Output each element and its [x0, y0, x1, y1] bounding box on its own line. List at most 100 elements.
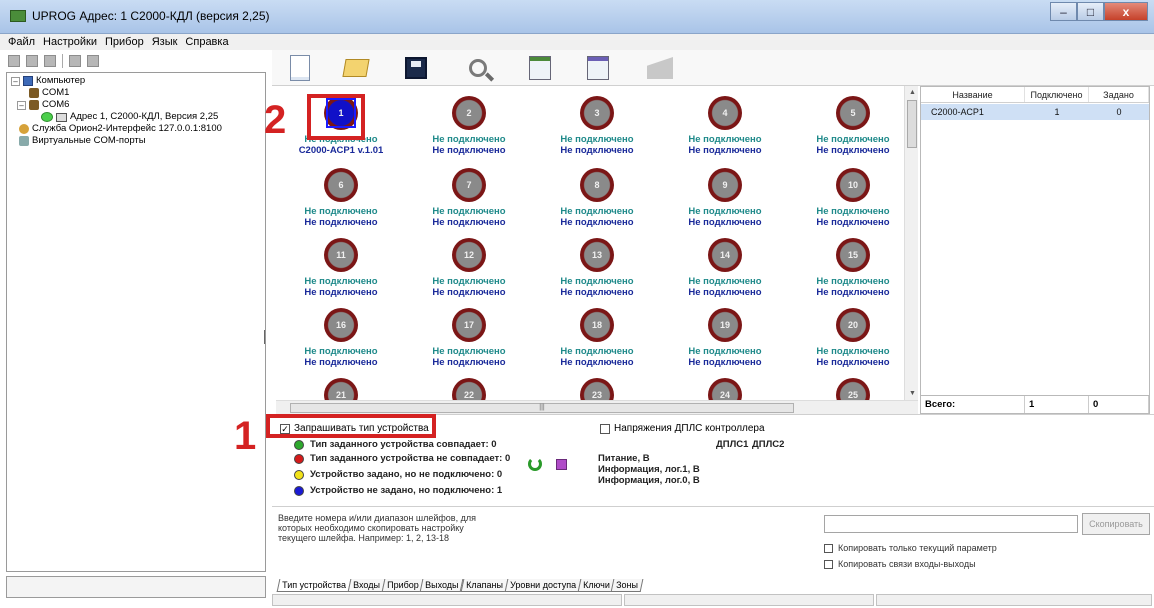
- menu-language[interactable]: Язык: [152, 36, 178, 48]
- device-address-icon[interactable]: 12: [452, 238, 486, 272]
- device-address-icon[interactable]: 22: [452, 378, 486, 400]
- table-row[interactable]: С2000-АСР1 1 0: [921, 104, 1149, 120]
- tab-device-type[interactable]: Тип устройства: [276, 579, 352, 592]
- checkbox-box[interactable]: [824, 559, 833, 569]
- device-address-icon[interactable]: 11: [324, 238, 358, 272]
- device-address-icon[interactable]: 3: [580, 96, 614, 130]
- device-cell[interactable]: 9 Не подключено Не подключено: [670, 164, 780, 228]
- device-cell[interactable]: 16 Не подключено Не подключено: [286, 304, 396, 368]
- close-button[interactable]: x: [1104, 2, 1148, 21]
- save-button[interactable]: [402, 54, 430, 82]
- device-address-icon[interactable]: 6: [324, 168, 358, 202]
- minimize-button[interactable]: –: [1050, 2, 1077, 21]
- device-cell[interactable]: 22: [414, 374, 524, 400]
- device-address-icon[interactable]: 16: [324, 308, 358, 342]
- device-cell[interactable]: 20 Не подключено Не подключено: [798, 304, 904, 368]
- device-cell[interactable]: 25: [798, 374, 904, 400]
- write-config-button[interactable]: [584, 54, 612, 82]
- device-address-icon[interactable]: 9: [708, 168, 742, 202]
- tab-access-levels[interactable]: Уровни доступа: [504, 579, 581, 592]
- menu-help[interactable]: Справка: [185, 36, 228, 48]
- tab-keys[interactable]: Ключи: [577, 579, 615, 592]
- tree-item-service[interactable]: Служба Орион2-Интерфейс 127.0.0.1:8100: [11, 123, 261, 135]
- device-address-icon[interactable]: 15: [836, 238, 870, 272]
- column-assigned[interactable]: Задано: [1089, 87, 1149, 102]
- checkbox-box[interactable]: [600, 423, 610, 434]
- tab-device[interactable]: Прибор: [381, 579, 424, 592]
- scroll-thumb[interactable]: |||: [290, 403, 794, 413]
- device-address-icon[interactable]: 17: [452, 308, 486, 342]
- copy-button[interactable]: Скопировать: [1082, 513, 1150, 535]
- menu-settings[interactable]: Настройки: [43, 36, 97, 48]
- column-name[interactable]: Название: [921, 87, 1025, 102]
- new-button[interactable]: [286, 54, 314, 82]
- collapse-icon[interactable]: –: [11, 76, 20, 86]
- device-address-icon[interactable]: 7: [452, 168, 486, 202]
- horizontal-scrollbar[interactable]: |||: [276, 400, 918, 414]
- menu-device[interactable]: Прибор: [105, 36, 144, 48]
- device-cell[interactable]: 7 Не подключено Не подключено: [414, 164, 524, 228]
- voltage-checkbox[interactable]: Напряжения ДПЛС контроллера: [600, 423, 765, 434]
- device-address-icon[interactable]: 25: [836, 378, 870, 400]
- column-connected[interactable]: Подключено: [1025, 87, 1089, 102]
- scroll-up-icon[interactable]: ▲: [909, 89, 916, 96]
- device-address-icon[interactable]: 5: [836, 96, 870, 130]
- device-address-icon[interactable]: 10: [836, 168, 870, 202]
- device-cell[interactable]: 18 Не подключено Не подключено: [542, 304, 652, 368]
- device-cell[interactable]: 13 Не подключено Не подключено: [542, 234, 652, 298]
- gear-icon[interactable]: [87, 55, 99, 67]
- device-address-icon[interactable]: 18: [580, 308, 614, 342]
- collapse-icon[interactable]: –: [17, 100, 26, 110]
- tab-valves[interactable]: Клапаны: [460, 579, 509, 592]
- tab-inputs[interactable]: Входы: [347, 579, 386, 592]
- device-cell[interactable]: 17 Не подключено Не подключено: [414, 304, 524, 368]
- scroll-thumb[interactable]: [907, 100, 917, 148]
- device-address-icon[interactable]: 21: [324, 378, 358, 400]
- tree-item-device[interactable]: Адрес 1, С2000-КДЛ, Версия 2,25: [11, 111, 261, 123]
- device-cell[interactable]: 6 Не подключено Не подключено: [286, 164, 396, 228]
- device-cell[interactable]: 12 Не подключено Не подключено: [414, 234, 524, 298]
- tree-item-com1[interactable]: COM1: [11, 87, 261, 99]
- tree-item-com6[interactable]: – COM6: [11, 99, 261, 111]
- device-cell[interactable]: 19 Не подключено Не подключено: [670, 304, 780, 368]
- device-cell[interactable]: 3 Не подключено Не подключено: [542, 92, 652, 156]
- copy-only-current-checkbox[interactable]: Копировать только текущий параметр: [824, 543, 997, 553]
- device-cell[interactable]: 23: [542, 374, 652, 400]
- refresh-icon[interactable]: [528, 457, 542, 471]
- scroll-down-icon[interactable]: ▼: [909, 390, 916, 397]
- tree-item-computer[interactable]: – Компьютер: [11, 75, 261, 87]
- device-cell[interactable]: 24: [670, 374, 780, 400]
- device-address-icon[interactable]: 2: [452, 96, 486, 130]
- device-cell[interactable]: 11 Не подключено Не подключено: [286, 234, 396, 298]
- tree-tool-icon[interactable]: [26, 55, 38, 67]
- device-cell[interactable]: 14 Не подключено Не подключено: [670, 234, 780, 298]
- checkbox-box[interactable]: [824, 543, 833, 553]
- maximize-button[interactable]: □: [1077, 2, 1104, 21]
- device-cell[interactable]: 4 Не подключено Не подключено: [670, 92, 780, 156]
- tree-tool-icon[interactable]: [8, 55, 20, 67]
- device-address-icon[interactable]: 20: [836, 308, 870, 342]
- device-address-icon[interactable]: 19: [708, 308, 742, 342]
- device-cell[interactable]: 5 Не подключено Не подключено: [798, 92, 904, 156]
- menu-file[interactable]: Файл: [8, 36, 35, 48]
- device-address-icon[interactable]: 14: [708, 238, 742, 272]
- device-address-icon[interactable]: 13: [580, 238, 614, 272]
- open-button[interactable]: [342, 54, 370, 82]
- device-cell[interactable]: 8 Не подключено Не подключено: [542, 164, 652, 228]
- device-address-icon[interactable]: 24: [708, 378, 742, 400]
- tab-outputs[interactable]: Выходы: [420, 579, 465, 592]
- tree-item-virtual-ports[interactable]: Виртуальные COM-порты: [11, 135, 261, 147]
- save-icon[interactable]: [556, 458, 567, 470]
- copy-links-checkbox[interactable]: Копировать связи входы-выходы: [824, 559, 976, 569]
- device-address-icon[interactable]: 4: [708, 96, 742, 130]
- settings-icon[interactable]: [69, 55, 81, 67]
- device-cell[interactable]: 2 Не подключено Не подключено: [414, 92, 524, 156]
- device-cell[interactable]: 21: [286, 374, 396, 400]
- vertical-scrollbar[interactable]: ▲ ▼: [904, 86, 918, 400]
- device-cell[interactable]: 15 Не подключено Не подключено: [798, 234, 904, 298]
- tree-tool-icon[interactable]: [44, 55, 56, 67]
- search-button[interactable]: [464, 54, 492, 82]
- read-config-button[interactable]: [526, 54, 554, 82]
- device-cell[interactable]: 10 Не подключено Не подключено: [798, 164, 904, 228]
- device-address-icon[interactable]: 23: [580, 378, 614, 400]
